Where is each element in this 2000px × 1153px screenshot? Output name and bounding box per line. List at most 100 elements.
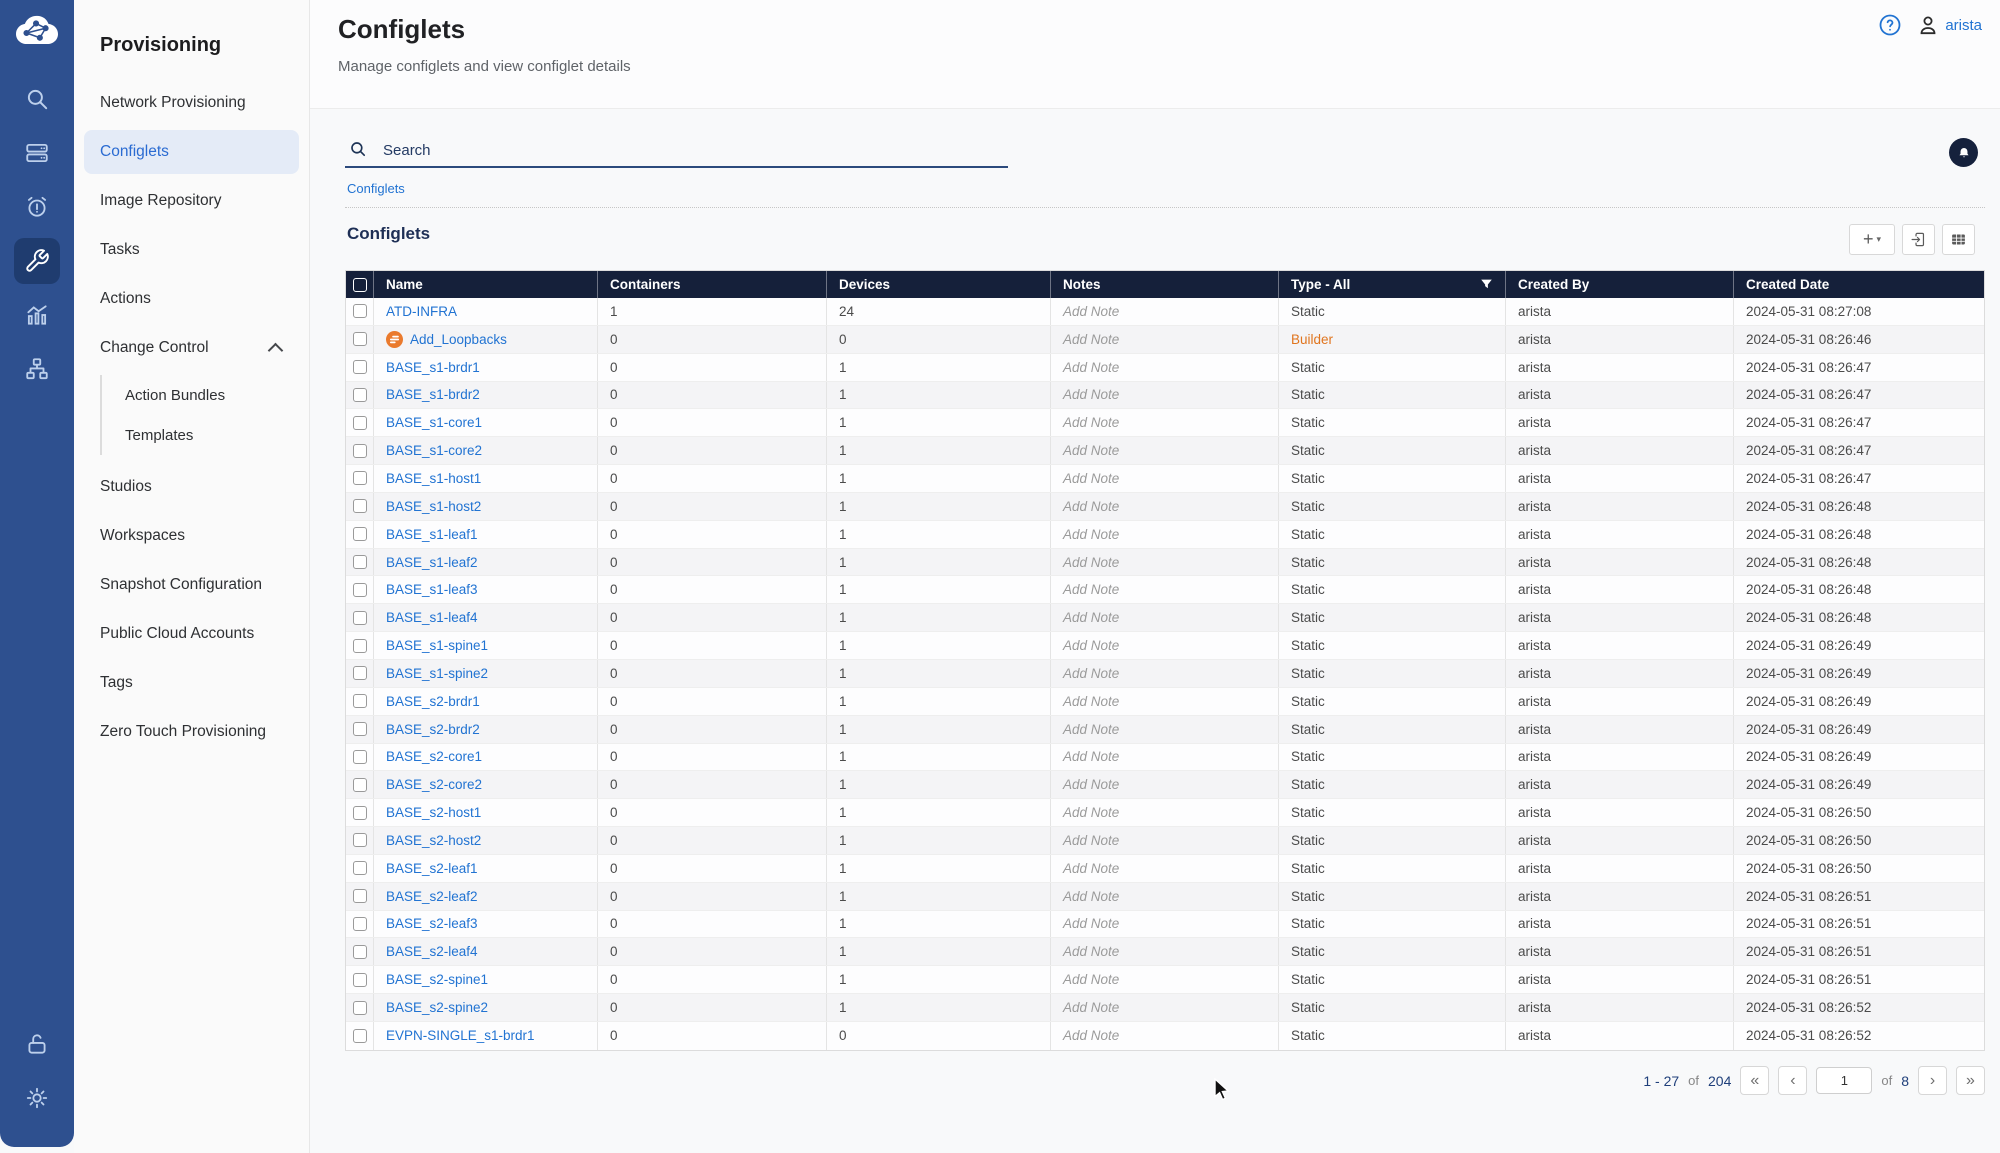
row-checkbox[interactable] — [353, 917, 367, 931]
table-row[interactable]: BASE_s1-spine2 0 1 Add Note Static arist… — [346, 660, 1984, 688]
row-checkbox[interactable] — [353, 778, 367, 792]
cloudvision-logo-icon[interactable] — [14, 12, 60, 54]
sidebar-item-public-cloud-accounts[interactable]: Public Cloud Accounts — [84, 612, 299, 656]
add-note-cell[interactable]: Add Note — [1051, 326, 1279, 353]
col-header-name[interactable]: Name — [374, 271, 598, 298]
add-note-cell[interactable]: Add Note — [1051, 632, 1279, 659]
row-checkbox[interactable] — [353, 945, 367, 959]
add-note-cell[interactable]: Add Note — [1051, 799, 1279, 826]
table-row[interactable]: BASE_s1-host1 0 1 Add Note Static arista… — [346, 465, 1984, 493]
configlet-name-link[interactable]: BASE_s1-core1 — [386, 415, 482, 430]
dashboards-icon[interactable] — [14, 292, 60, 338]
table-row[interactable]: BASE_s1-spine1 0 1 Add Note Static arist… — [346, 632, 1984, 660]
configlet-name-link[interactable]: EVPN-SINGLE_s1-brdr1 — [386, 1028, 535, 1043]
add-note-cell[interactable]: Add Note — [1051, 521, 1279, 548]
provisioning-icon[interactable] — [14, 238, 60, 284]
add-note-cell[interactable]: Add Note — [1051, 716, 1279, 743]
configlet-name-link[interactable]: BASE_s1-brdr2 — [386, 387, 480, 402]
row-checkbox[interactable] — [353, 666, 367, 680]
row-checkbox[interactable] — [353, 1001, 367, 1015]
add-note-cell[interactable]: Add Note — [1051, 382, 1279, 409]
row-checkbox[interactable] — [353, 694, 367, 708]
configlet-name-link[interactable]: BASE_s1-brdr1 — [386, 360, 480, 375]
user-menu[interactable]: arista — [1916, 13, 1982, 37]
breadcrumb[interactable]: Configlets — [347, 181, 405, 196]
row-checkbox[interactable] — [353, 583, 367, 597]
configlet-name-link[interactable]: BASE_s2-host2 — [386, 833, 481, 848]
table-row[interactable]: BASE_s2-brdr2 0 1 Add Note Static arista… — [346, 716, 1984, 744]
add-configlet-button[interactable]: +▾ — [1849, 224, 1895, 255]
table-row[interactable]: BASE_s2-brdr1 0 1 Add Note Static arista… — [346, 688, 1984, 716]
add-note-cell[interactable]: Add Note — [1051, 855, 1279, 882]
add-note-cell[interactable]: Add Note — [1051, 493, 1279, 520]
add-note-cell[interactable]: Add Note — [1051, 994, 1279, 1021]
next-page-button[interactable]: › — [1918, 1066, 1947, 1095]
add-note-cell[interactable]: Add Note — [1051, 576, 1279, 603]
configlet-name-link[interactable]: BASE_s2-spine2 — [386, 1000, 488, 1015]
sidebar-item-actions[interactable]: Actions — [84, 277, 299, 321]
configlet-name-link[interactable]: BASE_s1-leaf4 — [386, 610, 478, 625]
row-checkbox[interactable] — [353, 555, 367, 569]
help-icon[interactable] — [1878, 13, 1902, 37]
search-bar[interactable] — [345, 134, 1008, 168]
table-row[interactable]: BASE_s2-core2 0 1 Add Note Static arista… — [346, 771, 1984, 799]
configlet-name-link[interactable]: BASE_s1-leaf1 — [386, 527, 478, 542]
configlet-name-link[interactable]: BASE_s1-host2 — [386, 499, 481, 514]
row-checkbox[interactable] — [353, 416, 367, 430]
table-row[interactable]: EVPN-SINGLE_s1-brdr1 0 0 Add Note Static… — [346, 1022, 1984, 1050]
configlet-name-link[interactable]: BASE_s2-spine1 — [386, 972, 488, 987]
sidebar-item-templates[interactable]: Templates — [102, 415, 299, 455]
sidebar-item-zero-touch-provisioning[interactable]: Zero Touch Provisioning — [84, 710, 299, 754]
row-checkbox[interactable] — [353, 861, 367, 875]
add-note-cell[interactable]: Add Note — [1051, 465, 1279, 492]
configlet-name-link[interactable]: BASE_s1-host1 — [386, 471, 481, 486]
row-checkbox[interactable] — [353, 1029, 367, 1043]
row-checkbox[interactable] — [353, 388, 367, 402]
unlock-icon[interactable] — [14, 1021, 60, 1067]
row-checkbox[interactable] — [353, 304, 367, 318]
table-row[interactable]: BASE_s2-core1 0 1 Add Note Static arista… — [346, 744, 1984, 772]
sidebar-item-snapshot-configuration[interactable]: Snapshot Configuration — [84, 563, 299, 607]
add-note-cell[interactable]: Add Note — [1051, 911, 1279, 938]
table-row[interactable]: BASE_s1-leaf4 0 1 Add Note Static arista… — [346, 604, 1984, 632]
table-row[interactable]: BASE_s1-leaf2 0 1 Add Note Static arista… — [346, 549, 1984, 577]
configlet-name-link[interactable]: BASE_s1-core2 — [386, 443, 482, 458]
table-row[interactable]: BASE_s2-spine1 0 1 Add Note Static arist… — [346, 966, 1984, 994]
topology-icon[interactable] — [14, 346, 60, 392]
row-checkbox[interactable] — [353, 611, 367, 625]
row-checkbox[interactable] — [353, 973, 367, 987]
row-checkbox[interactable] — [353, 360, 367, 374]
table-row[interactable]: BASE_s1-brdr2 0 1 Add Note Static arista… — [346, 382, 1984, 410]
devices-icon[interactable] — [14, 130, 60, 176]
table-row[interactable]: Add_Loopbacks 0 0 Add Note Builder arist… — [346, 326, 1984, 354]
col-header-created-date[interactable]: Created Date — [1734, 271, 1984, 298]
events-icon[interactable] — [14, 184, 60, 230]
table-row[interactable]: BASE_s1-core1 0 1 Add Note Static arista… — [346, 409, 1984, 437]
configlet-name-link[interactable]: BASE_s2-leaf3 — [386, 916, 478, 931]
sidebar-item-image-repository[interactable]: Image Repository — [84, 179, 299, 223]
row-checkbox[interactable] — [353, 722, 367, 736]
configlet-name-link[interactable]: BASE_s2-host1 — [386, 805, 481, 820]
add-note-cell[interactable]: Add Note — [1051, 437, 1279, 464]
sidebar-item-configlets[interactable]: Configlets — [84, 130, 299, 174]
configlet-name-link[interactable]: BASE_s2-brdr1 — [386, 694, 480, 709]
add-note-cell[interactable]: Add Note — [1051, 298, 1279, 325]
first-page-button[interactable]: « — [1740, 1066, 1769, 1095]
configlet-name-link[interactable]: BASE_s1-leaf3 — [386, 582, 478, 597]
add-note-cell[interactable]: Add Note — [1051, 660, 1279, 687]
add-note-cell[interactable]: Add Note — [1051, 549, 1279, 576]
add-note-cell[interactable]: Add Note — [1051, 744, 1279, 771]
sidebar-item-tags[interactable]: Tags — [84, 661, 299, 705]
row-checkbox[interactable] — [353, 499, 367, 513]
add-note-cell[interactable]: Add Note — [1051, 883, 1279, 910]
filter-icon[interactable] — [1480, 278, 1493, 291]
add-note-cell[interactable]: Add Note — [1051, 604, 1279, 631]
add-note-cell[interactable]: Add Note — [1051, 354, 1279, 381]
configlet-name-link[interactable]: BASE_s2-leaf2 — [386, 889, 478, 904]
row-checkbox[interactable] — [353, 806, 367, 820]
table-row[interactable]: BASE_s2-host2 0 1 Add Note Static arista… — [346, 827, 1984, 855]
sidebar-item-tasks[interactable]: Tasks — [84, 228, 299, 272]
add-note-cell[interactable]: Add Note — [1051, 827, 1279, 854]
col-header-devices[interactable]: Devices — [827, 271, 1051, 298]
table-row[interactable]: ATD-INFRA 1 24 Add Note Static arista 20… — [346, 298, 1984, 326]
